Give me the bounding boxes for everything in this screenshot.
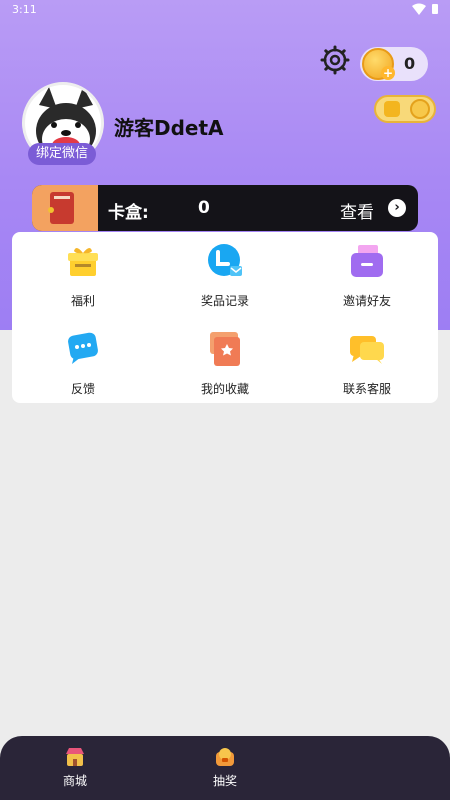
menu-label: 邀请好友 [342,294,391,308]
card-box-view-link[interactable]: 查看 [340,198,374,223]
card-book-icon [48,192,74,224]
bottom-navigation: 商城 抽奖 [0,736,450,800]
coin-add-icon: + [362,48,395,80]
menu-item-invite-friends[interactable]: 邀请好友 [296,232,438,312]
nav-label: 商城 [62,774,87,788]
menu-label: 福利 [70,294,95,308]
favorites-icon [210,332,240,366]
lottery-icon [216,748,234,766]
coin-count: 0 [404,54,416,73]
rewards-toggle[interactable] [374,95,436,123]
feature-menu-panel: 福利 奖品记录 邀请好友 反馈 我的收藏 联系客服 [12,232,438,403]
settings-gear-icon[interactable] [320,45,350,75]
coin-balance-pill[interactable]: + 0 [360,47,428,81]
plus-icon: + [381,66,395,80]
nav-item-lottery[interactable]: 抽奖 [195,746,255,789]
menu-label: 联系客服 [342,382,391,396]
menu-item-my-favorites[interactable]: 我的收藏 [154,320,296,400]
card-box-label: 卡盒: [108,203,149,223]
menu-item-feedback[interactable]: 反馈 [12,320,154,400]
prize-record-icon [208,244,242,276]
nav-label: 抽奖 [212,774,237,788]
menu-label: 反馈 [70,382,95,396]
coin-swap-icon [410,99,430,119]
shop-icon [66,748,84,766]
username: 游客DdetA [114,116,224,140]
card-box-count: 0 [198,198,210,218]
wifi-icon [412,3,426,15]
menu-item-welfare[interactable]: 福利 [12,232,154,312]
reward-chip-icon [384,101,400,117]
battery-icon [432,4,438,14]
nav-item-shop[interactable]: 商城 [45,746,105,789]
feedback-icon [68,332,98,364]
status-time: 3:11 [12,3,37,16]
card-box-icon-area [32,185,98,231]
menu-label: 奖品记录 [200,294,249,308]
customer-service-icon [350,336,384,364]
card-box-bar[interactable]: 卡盒: 0 查看 › [32,185,418,231]
invite-icon [351,245,383,277]
menu-item-customer-service[interactable]: 联系客服 [296,320,438,400]
gift-icon [68,247,98,276]
menu-item-prize-record[interactable]: 奖品记录 [154,232,296,312]
status-bar: 3:11 [0,0,450,20]
bind-wechat-button[interactable]: 绑定微信 [28,143,96,165]
chevron-right-icon[interactable]: › [388,199,406,217]
menu-label: 我的收藏 [200,382,249,396]
